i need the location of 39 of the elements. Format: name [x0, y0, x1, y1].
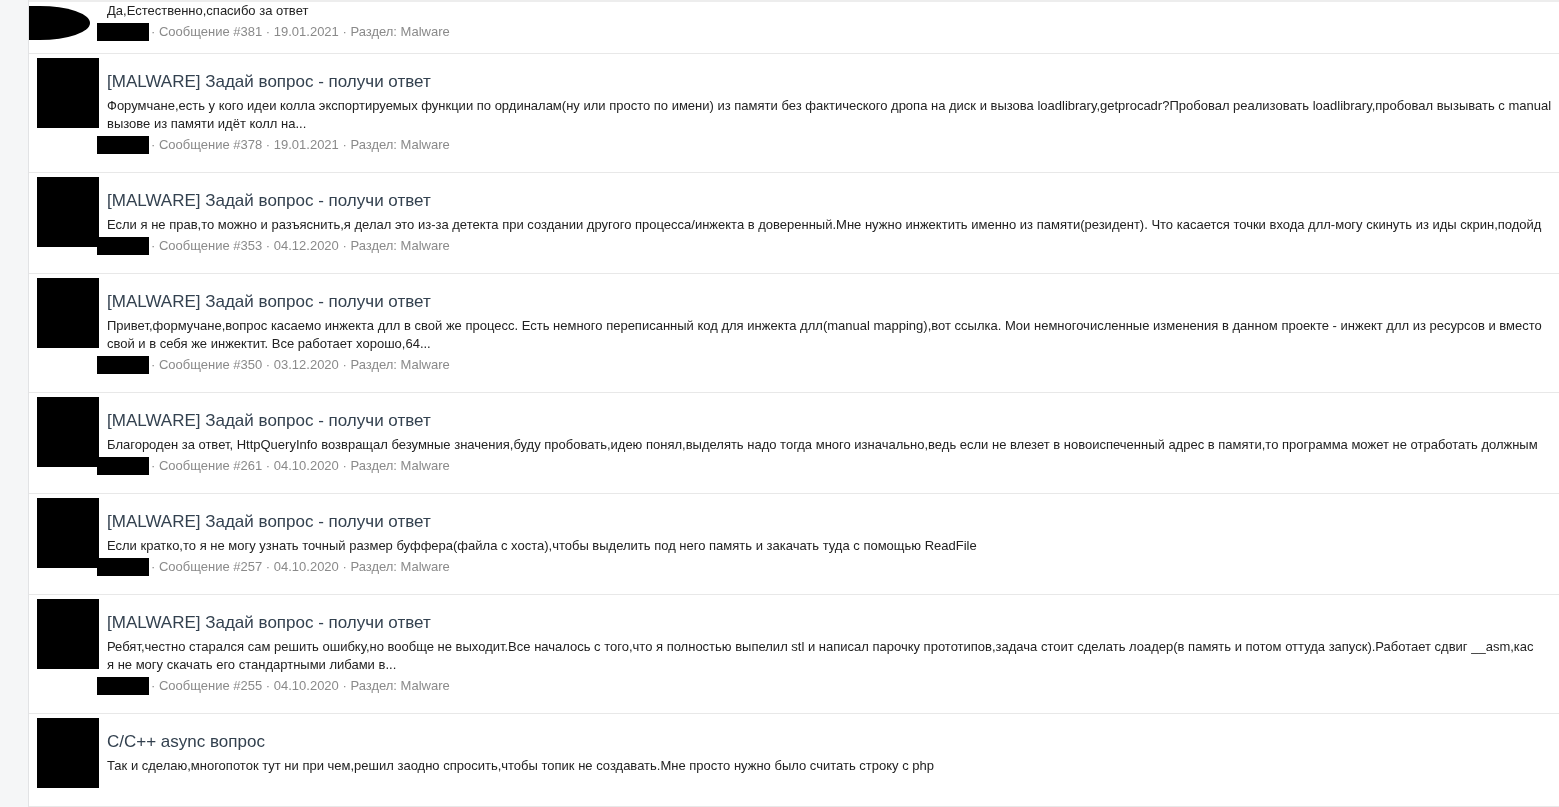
post-meta: · Сообщение #350 · 03.12.2020 · Раздел: Malware: [151, 356, 450, 374]
redacted-avatar: [37, 177, 99, 247]
redacted-username: [97, 23, 149, 41]
post-snippet: Благороден за ответ, HttpQueryInfo возвращал безумные значения,буду пробовать,идею понял,выделять надо тогда много изначально,ведь если не влезет в новоиспеченный адрес в памяти,то программа может не отработать должным: [107, 436, 1538, 454]
post-snippet: Форумчане,есть у кого идеи колла экспортируемых функции по ординалам(ну или просто по имени) из памяти без фактического дропа на диск и вызова loadlibrary,getprocadr?Пробовал реализовать loadlibrary,пробовал вызывать с manual: [107, 97, 1552, 115]
post-meta: · Сообщение #261 · 04.10.2020 · Раздел: Malware: [151, 457, 450, 475]
redacted-username: [97, 677, 149, 695]
thread-title-link[interactable]: [MALWARE] Задай вопрос - получи ответ: [107, 613, 431, 633]
thread-title-link[interactable]: [MALWARE] Задай вопрос - получи ответ: [107, 512, 431, 532]
thread-title-link[interactable]: C/C++ async вопрос: [107, 732, 265, 752]
post-meta: · Сообщение #255 · 04.10.2020 · Раздел: Malware: [151, 677, 450, 695]
redacted-avatar: [37, 397, 99, 467]
post-snippet: Ребят,честно старался сам решить ошибку,но вообще не выходит.Все началось с того,что я полностью выпелил stl и написал парочку прототипов,задача стоит сделать лоадер(в память и потом оттуда запуск).Работает сдвиг __asm,кас: [107, 638, 1534, 656]
post-snippet: я не могу скачать его стандартными либами в...: [107, 656, 397, 674]
post-meta: · Сообщение #378 · 19.01.2021 · Раздел: Malware: [151, 136, 450, 154]
post-snippet: вызове из памяти идёт колл на...: [107, 115, 307, 133]
post-snippet: Так и сделаю,многопоток тут ни при чем,решил заодно спросить,чтобы топик не создавать.Мне просто нужно было считать строку с php: [107, 757, 934, 775]
post-snippet: Если я не прав,то можно и разъяснить,я делал это из-за детекта при создании другого процесса/инжекта в доверенный.Мне нужно инжектить именно из памяти(резидент). Что касается точки входа длл-могу скинуть из иды скрин,подойд: [107, 216, 1542, 234]
post-snippet: Если кратко,то я не могу узнать точный размер буффера(файла с хоста),чтобы выделить под него память и закачать туда с помощью ReadFile: [107, 537, 977, 555]
redacted-avatar: [37, 278, 99, 348]
thread-title-link[interactable]: [MALWARE] Задай вопрос - получи ответ: [107, 411, 431, 431]
post-snippet: Да,Естественно,спасибо за ответ: [107, 2, 309, 20]
thread-title-link[interactable]: [MALWARE] Задай вопрос - получи ответ: [107, 292, 431, 312]
redacted-avatar: [37, 58, 99, 128]
redacted-avatar: [37, 718, 99, 788]
thread-title-link[interactable]: [MALWARE] Задай вопрос - получи ответ: [107, 191, 431, 211]
redacted-username: [97, 237, 149, 255]
post-meta: · Сообщение #381 · 19.01.2021 · Раздел: Malware: [151, 23, 450, 41]
redacted-username: [97, 356, 149, 374]
redacted-username: [97, 558, 149, 576]
post-snippet: свой и в себя же инжектит. Все работает хорошо,64...: [107, 335, 431, 353]
post-meta: · Сообщение #353 · 04.12.2020 · Раздел: Malware: [151, 237, 450, 255]
post-snippet: Привет,формучане,вопрос касаемо инжекта длл в свой же процесс. Есть немного переписанный код для инжекта длл(manual mapping),вот ссылка. Мои немногочисленные изменения в данном проекте - инжект длл из ресурсов и вместо: [107, 317, 1542, 335]
redacted-avatar: [37, 498, 99, 568]
redacted-username: [97, 136, 149, 154]
redacted-avatar: [37, 599, 99, 669]
redacted-username: [97, 457, 149, 475]
thread-title-link[interactable]: [MALWARE] Задай вопрос - получи ответ: [107, 72, 431, 92]
post-meta: · Сообщение #257 · 04.10.2020 · Раздел: Malware: [151, 558, 450, 576]
